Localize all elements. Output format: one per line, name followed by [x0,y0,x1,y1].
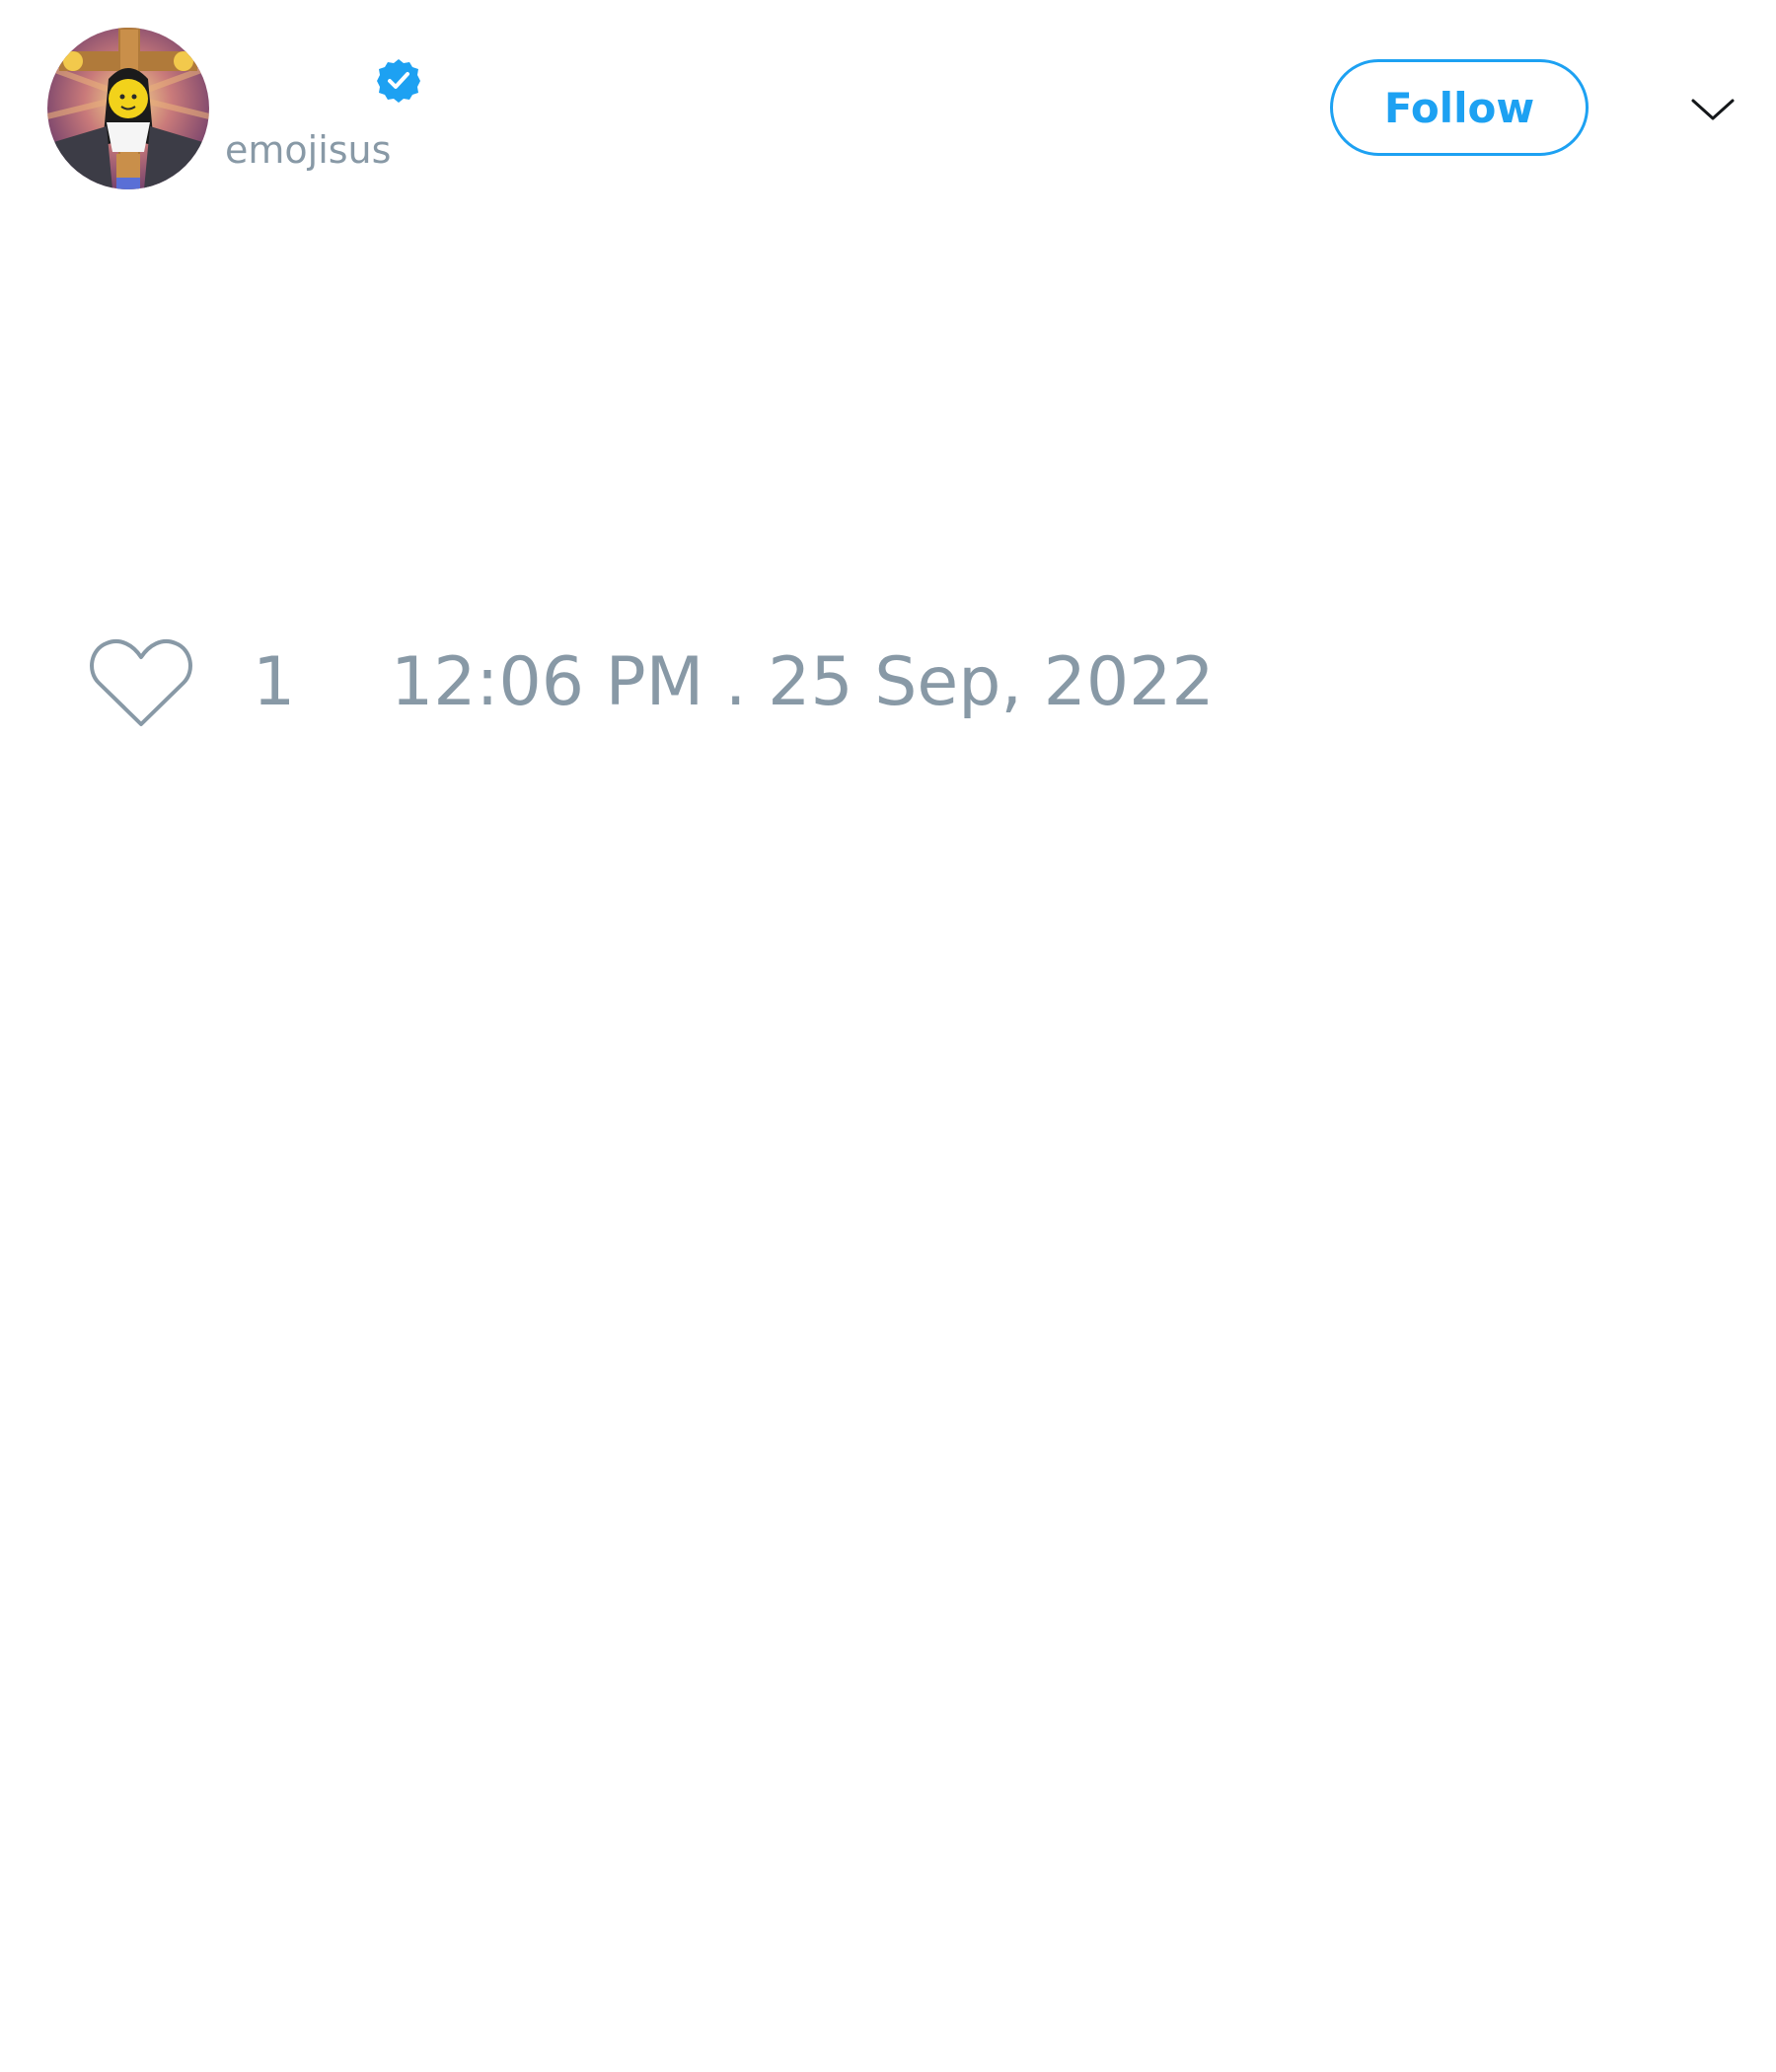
avatar-cross-figure-icon [47,28,209,189]
verified-badge-icon [375,57,422,105]
chevron-down-icon[interactable] [1689,87,1737,134]
follow-button[interactable]: Follow [1330,59,1589,156]
avatar[interactable] [47,28,209,189]
like-count: 1 [253,643,296,721]
tweet-timestamp[interactable]: 12:06 PM . 25 Sep, 2022 [391,643,1215,722]
tweet-footer: 1 12:06 PM . 25 Sep, 2022 [89,631,1667,740]
tweet-header: emojisus Follow [47,28,1744,195]
username[interactable]: emojisus [225,128,391,172]
heart-icon[interactable] [89,635,193,730]
tweet-card: emojisus Follow 1 12:06 PM . 25 Sep, 202… [0,0,1776,2072]
tweet-text [47,227,1725,562]
